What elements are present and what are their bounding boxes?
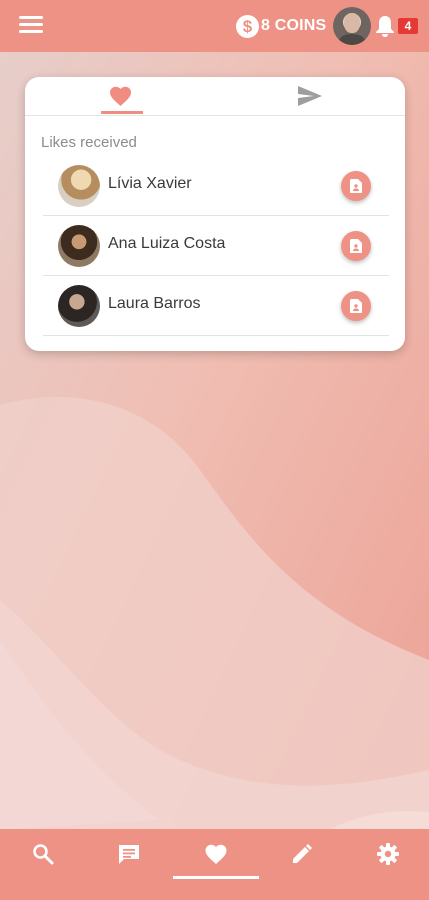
view-profile-button[interactable] [341,171,371,201]
notification-bell-icon[interactable] [374,14,396,38]
tab-likes-sent[interactable] [215,77,405,115]
person-name: Laura Barros [108,295,201,312]
view-profile-button[interactable] [341,291,371,321]
user-avatar[interactable] [333,7,371,45]
nav-edit[interactable] [259,829,345,900]
nav-settings[interactable] [345,829,429,900]
coins-label: 8 COINS [261,17,327,34]
active-tab-indicator [101,111,143,114]
avatar [58,285,100,327]
list-item[interactable]: Ana Luiza Costa [43,217,389,276]
chat-icon [119,845,139,864]
bottom-navigation [0,829,429,900]
avatar [58,165,100,207]
likes-card: Likes received Lívia Xavier Ana Luiza Co… [25,77,405,351]
tab-likes-received[interactable] [25,77,215,115]
active-nav-indicator [173,876,259,879]
likes-list: Lívia Xavier Ana Luiza Costa Laura Barro… [43,157,389,336]
dollar-coin-icon: $ [236,14,259,38]
list-item[interactable]: Lívia Xavier [43,157,389,216]
likes-tabs [25,77,405,116]
heart-icon [110,86,131,106]
search-icon [33,844,54,865]
edit-pencil-icon [293,844,312,863]
section-label: Likes received [41,134,137,151]
heart-icon [205,844,227,864]
nav-search[interactable] [0,829,86,900]
view-profile-button[interactable] [341,231,371,261]
profile-card-icon [350,179,362,193]
send-icon [298,86,322,106]
nav-messages[interactable] [86,829,172,900]
list-item[interactable]: Laura Barros [43,277,389,336]
hamburger-menu-icon[interactable] [19,16,43,36]
gear-icon [377,843,399,865]
nav-likes[interactable] [173,829,259,900]
top-app-bar: $ 8 COINS 4 [0,0,429,52]
profile-card-icon [350,299,362,313]
notification-count-badge: 4 [398,18,418,34]
coins-button[interactable]: $ 8 COINS [236,14,326,38]
person-name: Lívia Xavier [108,175,192,192]
avatar [58,225,100,267]
person-name: Ana Luiza Costa [108,235,226,252]
profile-card-icon [350,239,362,253]
